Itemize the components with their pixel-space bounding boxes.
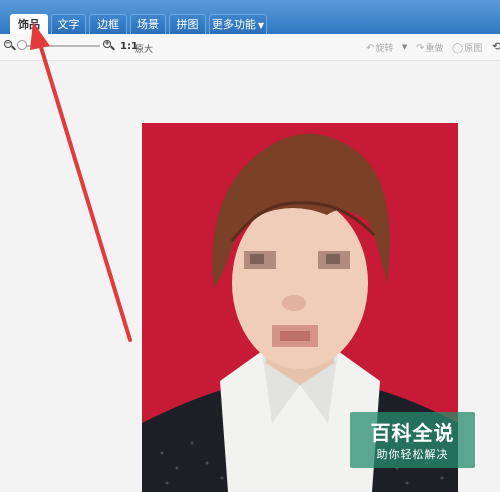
- tab-bar: 饰品 文字 边框 场景 拼图 更多功能 ▼: [0, 0, 500, 34]
- rotate-dropdown-icon[interactable]: ▼: [402, 43, 407, 51]
- actual-size-label[interactable]: 原大: [135, 42, 153, 55]
- original-label: 原图: [464, 44, 483, 54]
- rotate-button[interactable]: ↶旋转: [366, 41, 393, 54]
- tab-text[interactable]: 文字: [51, 14, 86, 34]
- tab-more-functions[interactable]: 更多功能 ▼: [209, 14, 267, 34]
- watermark-title: 百科全说: [370, 421, 455, 445]
- tab-border[interactable]: 边框: [89, 14, 127, 34]
- watermark-badge: 百科全说 助你轻松解决: [350, 412, 475, 468]
- blurred-mouth: [272, 325, 318, 347]
- redo-button[interactable]: ↷重做: [416, 41, 443, 54]
- tab-more-functions-label: 更多功能: [211, 18, 256, 31]
- tab-collage-label: 拼图: [176, 18, 199, 31]
- original-button[interactable]: ◯原图: [452, 41, 482, 54]
- tab-scene-label: 场景: [137, 18, 159, 31]
- tab-collage[interactable]: 拼图: [169, 14, 206, 34]
- tab-accessories[interactable]: 饰品: [10, 14, 48, 34]
- tab-text-label: 文字: [57, 18, 80, 31]
- redo-label: 重做: [425, 44, 444, 54]
- tab-scene[interactable]: 场景: [130, 14, 166, 34]
- watermark-subtitle: 助你轻松解决: [376, 448, 449, 461]
- zoom-out-icon[interactable]: −: [4, 40, 16, 52]
- zoom-slider-track[interactable]: [22, 45, 100, 47]
- zoom-in-icon[interactable]: +: [103, 40, 115, 52]
- rotate-label: 旋转: [375, 44, 394, 54]
- original-icon: ◯: [452, 43, 464, 54]
- rotate-icon: ↶: [366, 43, 375, 54]
- tab-accessories-label: 饰品: [18, 18, 40, 31]
- refresh-icon[interactable]: ⟲: [492, 40, 500, 53]
- zoom-slider-thumb[interactable]: [17, 40, 27, 50]
- tab-border-label: 边框: [97, 18, 119, 31]
- chevron-down-icon: ▼: [257, 21, 265, 30]
- redo-icon: ↷: [416, 43, 425, 54]
